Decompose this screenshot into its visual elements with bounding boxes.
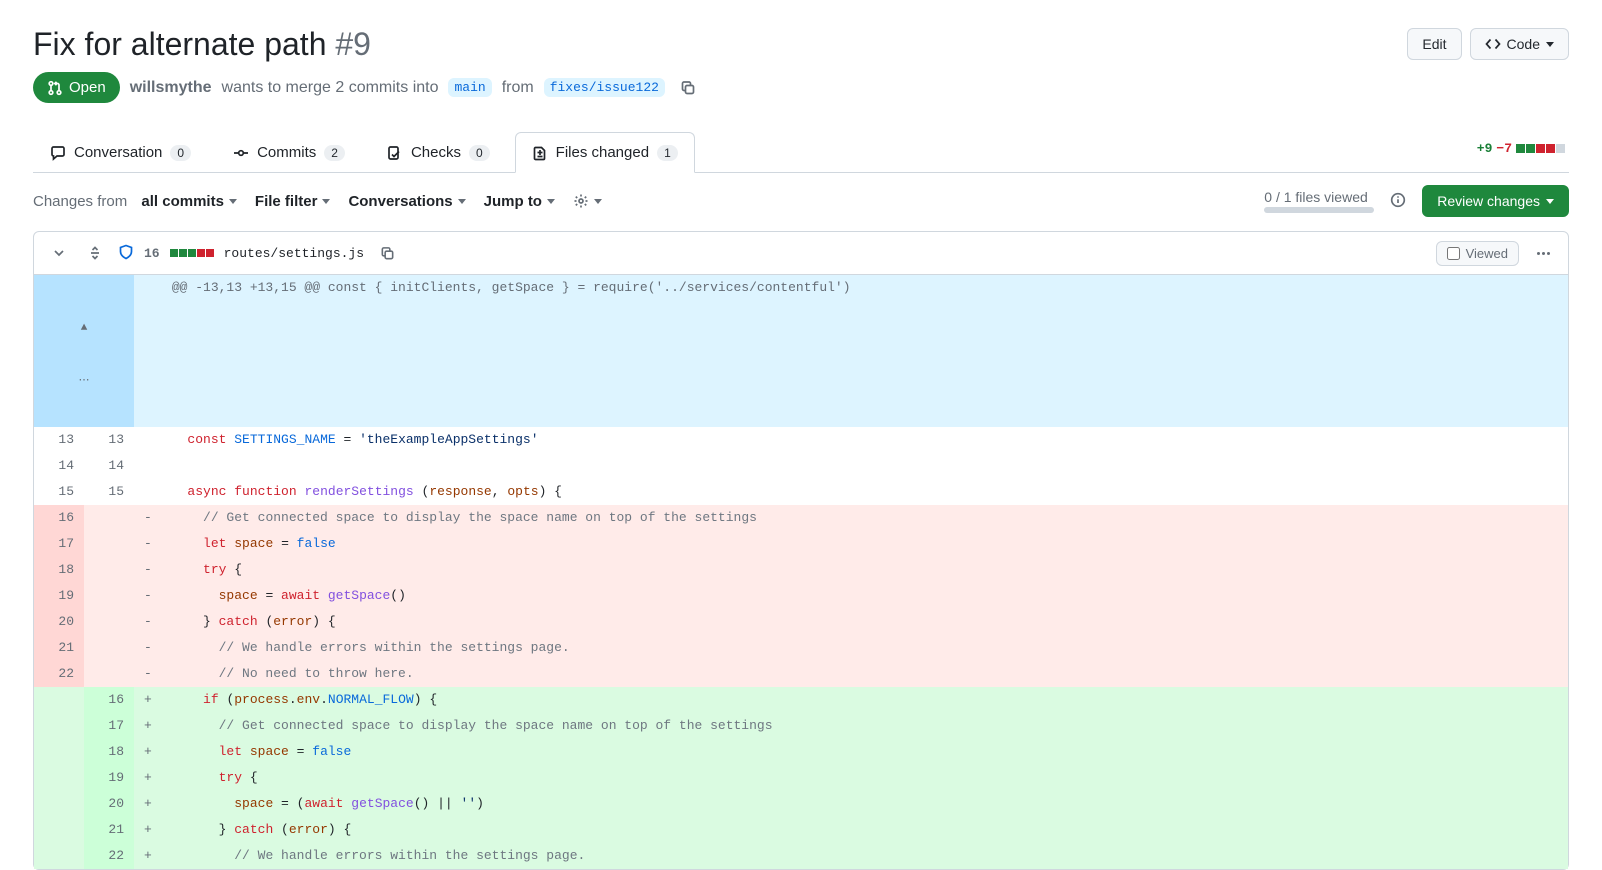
checks-count: 0 [469,145,490,161]
head-branch[interactable]: fixes/issue122 [544,78,665,97]
file-diff-panel: 16 routes/settings.js Viewed [33,231,1569,870]
file-filter-menu[interactable]: File filter [255,193,331,210]
tab-files-changed[interactable]: Files changed 1 [515,132,695,173]
pr-tabs: Conversation 0 Commits 2 Checks 0 Files … [33,131,1569,173]
del-line[interactable]: 17- let space = false [34,531,1568,557]
copy-branch-button[interactable] [675,75,701,101]
state-badge: Open [33,72,120,103]
expand-all-button[interactable] [82,240,108,266]
add-line[interactable]: 20+ space = (await getSpace() || '') [34,791,1568,817]
ctx-line[interactable]: 1313 const SETTINGS_NAME = 'theExampleAp… [34,427,1568,453]
review-changes-button[interactable]: Review changes [1422,185,1569,217]
pr-title: Fix for alternate path #9 [33,24,371,64]
comment-icon [50,145,66,161]
diff-settings-menu[interactable] [573,193,602,209]
files-count: 1 [657,145,678,161]
code-icon [1485,36,1501,52]
del-line[interactable]: 18- try { [34,557,1568,583]
conversation-count: 0 [170,145,191,161]
pr-title-number: #9 [335,26,371,62]
expand-up-icon: ▲ [44,318,124,338]
code-button[interactable]: Code [1470,28,1569,60]
pr-title-text: Fix for alternate path [33,26,326,62]
hunk-header-row[interactable]: ▲ ⋯ @@ -13,13 +13,15 @@ const { initClie… [34,275,1568,427]
info-icon [1390,192,1406,208]
file-diffstat-squares [170,249,214,257]
add-line[interactable]: 16+ if (process.env.NORMAL_FLOW) { [34,687,1568,713]
del-line[interactable]: 19- space = await getSpace() [34,583,1568,609]
commit-icon [233,145,249,161]
ctx-line[interactable]: 1515 async function renderSettings (resp… [34,479,1568,505]
mark-viewed-toggle[interactable]: Viewed [1436,241,1519,266]
del-line[interactable]: 20- } catch (error) { [34,609,1568,635]
overall-diffstat: +9 −7 [1477,141,1569,162]
add-line[interactable]: 19+ try { [34,765,1568,791]
file-diff-icon [532,145,548,161]
conversations-menu[interactable]: Conversations [348,193,465,210]
file-lines-changed: 16 [144,246,160,261]
jump-to-menu[interactable]: Jump to [484,193,555,210]
checklist-icon [387,145,403,161]
shield-icon [118,244,134,260]
tab-conversation[interactable]: Conversation 0 [33,132,208,173]
git-pull-request-icon [47,80,63,96]
add-line[interactable]: 21+ } catch (error) { [34,817,1568,843]
file-owner-badge[interactable] [118,244,134,263]
base-branch[interactable]: main [448,78,491,97]
files-viewed-status: 0 / 1 files viewed [1264,189,1374,213]
merge-verb: wants to merge 2 commits into [222,79,439,97]
from-word: from [502,79,534,97]
tab-checks[interactable]: Checks 0 [370,132,507,173]
commits-count: 2 [324,145,345,161]
chevron-down-icon [52,246,66,260]
add-line[interactable]: 17+ // Get connected space to display th… [34,713,1568,739]
add-line[interactable]: 22+ // We handle errors within the setti… [34,843,1568,869]
hunk-header-text: @@ -13,13 +13,15 @@ const { initClients,… [162,275,1568,427]
add-line[interactable]: 18+ let space = false [34,739,1568,765]
ctx-line[interactable]: 1414 [34,453,1568,479]
gear-icon [573,193,589,209]
file-path[interactable]: routes/settings.js [224,246,364,261]
changes-from-menu[interactable]: Changes from all commits [33,193,237,210]
pr-meta: Open willsmythe wants to merge 2 commits… [33,72,1569,103]
file-menu-button[interactable] [1531,246,1556,261]
copy-path-button[interactable] [374,240,400,266]
files-viewed-help-icon[interactable] [1390,192,1406,211]
copy-icon [380,246,395,261]
tab-commits[interactable]: Commits 2 [216,132,362,173]
del-line[interactable]: 22- // No need to throw here. [34,661,1568,687]
del-line[interactable]: 21- // We handle errors within the setti… [34,635,1568,661]
pr-author-link[interactable]: willsmythe [130,79,212,97]
collapse-file-button[interactable] [46,240,72,266]
edit-button[interactable]: Edit [1407,28,1461,60]
diff-table: ▲ ⋯ @@ -13,13 +13,15 @@ const { initClie… [34,275,1568,869]
unfold-icon [88,246,102,260]
copy-icon [680,80,696,96]
del-line[interactable]: 16- // Get connected space to display th… [34,505,1568,531]
